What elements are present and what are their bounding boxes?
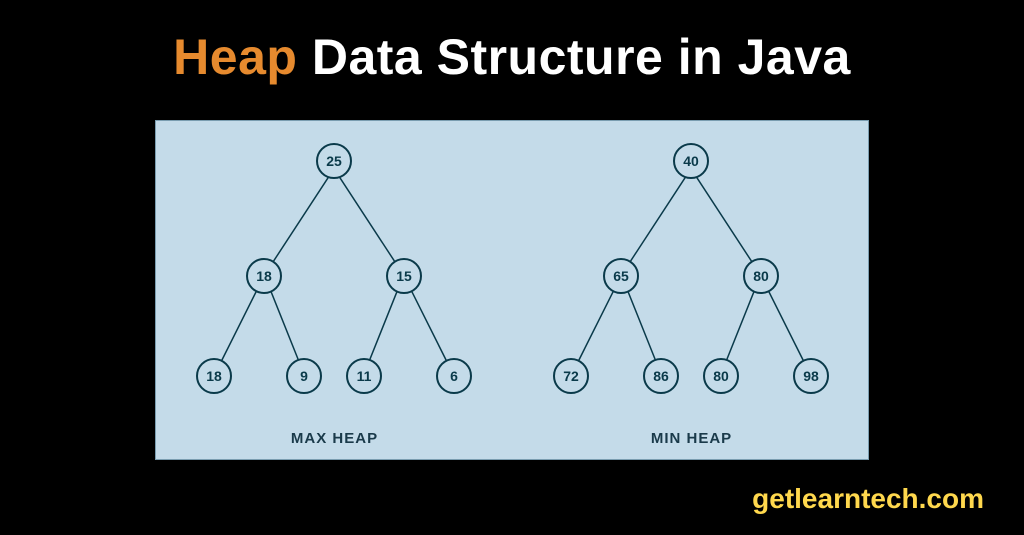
max-heap-tree: 25 18 15 18 9 11 6 MAX HEAP: [156, 121, 513, 459]
min-heap-node-l2-b: 86: [643, 358, 679, 394]
min-heap-node-l1-right: 80: [743, 258, 779, 294]
min-heap-node-l2-a: 72: [553, 358, 589, 394]
max-heap-node-l2-d: 6: [436, 358, 472, 394]
title-highlight: Heap: [173, 29, 297, 85]
max-heap-node-l2-a: 18: [196, 358, 232, 394]
max-heap-node-l1-left: 18: [246, 258, 282, 294]
min-heap-node-l1-left: 65: [603, 258, 639, 294]
website-link[interactable]: getlearntech.com: [752, 483, 984, 515]
min-heap-node-l2-d: 98: [793, 358, 829, 394]
max-heap-root-node: 25: [316, 143, 352, 179]
page-title: Heap Data Structure in Java: [0, 0, 1024, 86]
max-heap-node-l2-b: 9: [286, 358, 322, 394]
min-heap-tree: 40 65 80 72 86 80 98 MIN HEAP: [513, 121, 870, 459]
title-rest: Data Structure in Java: [297, 29, 850, 85]
min-heap-root-node: 40: [673, 143, 709, 179]
max-heap-node-l1-right: 15: [386, 258, 422, 294]
max-heap-node-l2-c: 11: [346, 358, 382, 394]
min-heap-node-l2-c: 80: [703, 358, 739, 394]
heap-diagram-panel: 25 18 15 18 9 11 6 MAX HEAP 40 65 80 72 …: [155, 120, 869, 460]
